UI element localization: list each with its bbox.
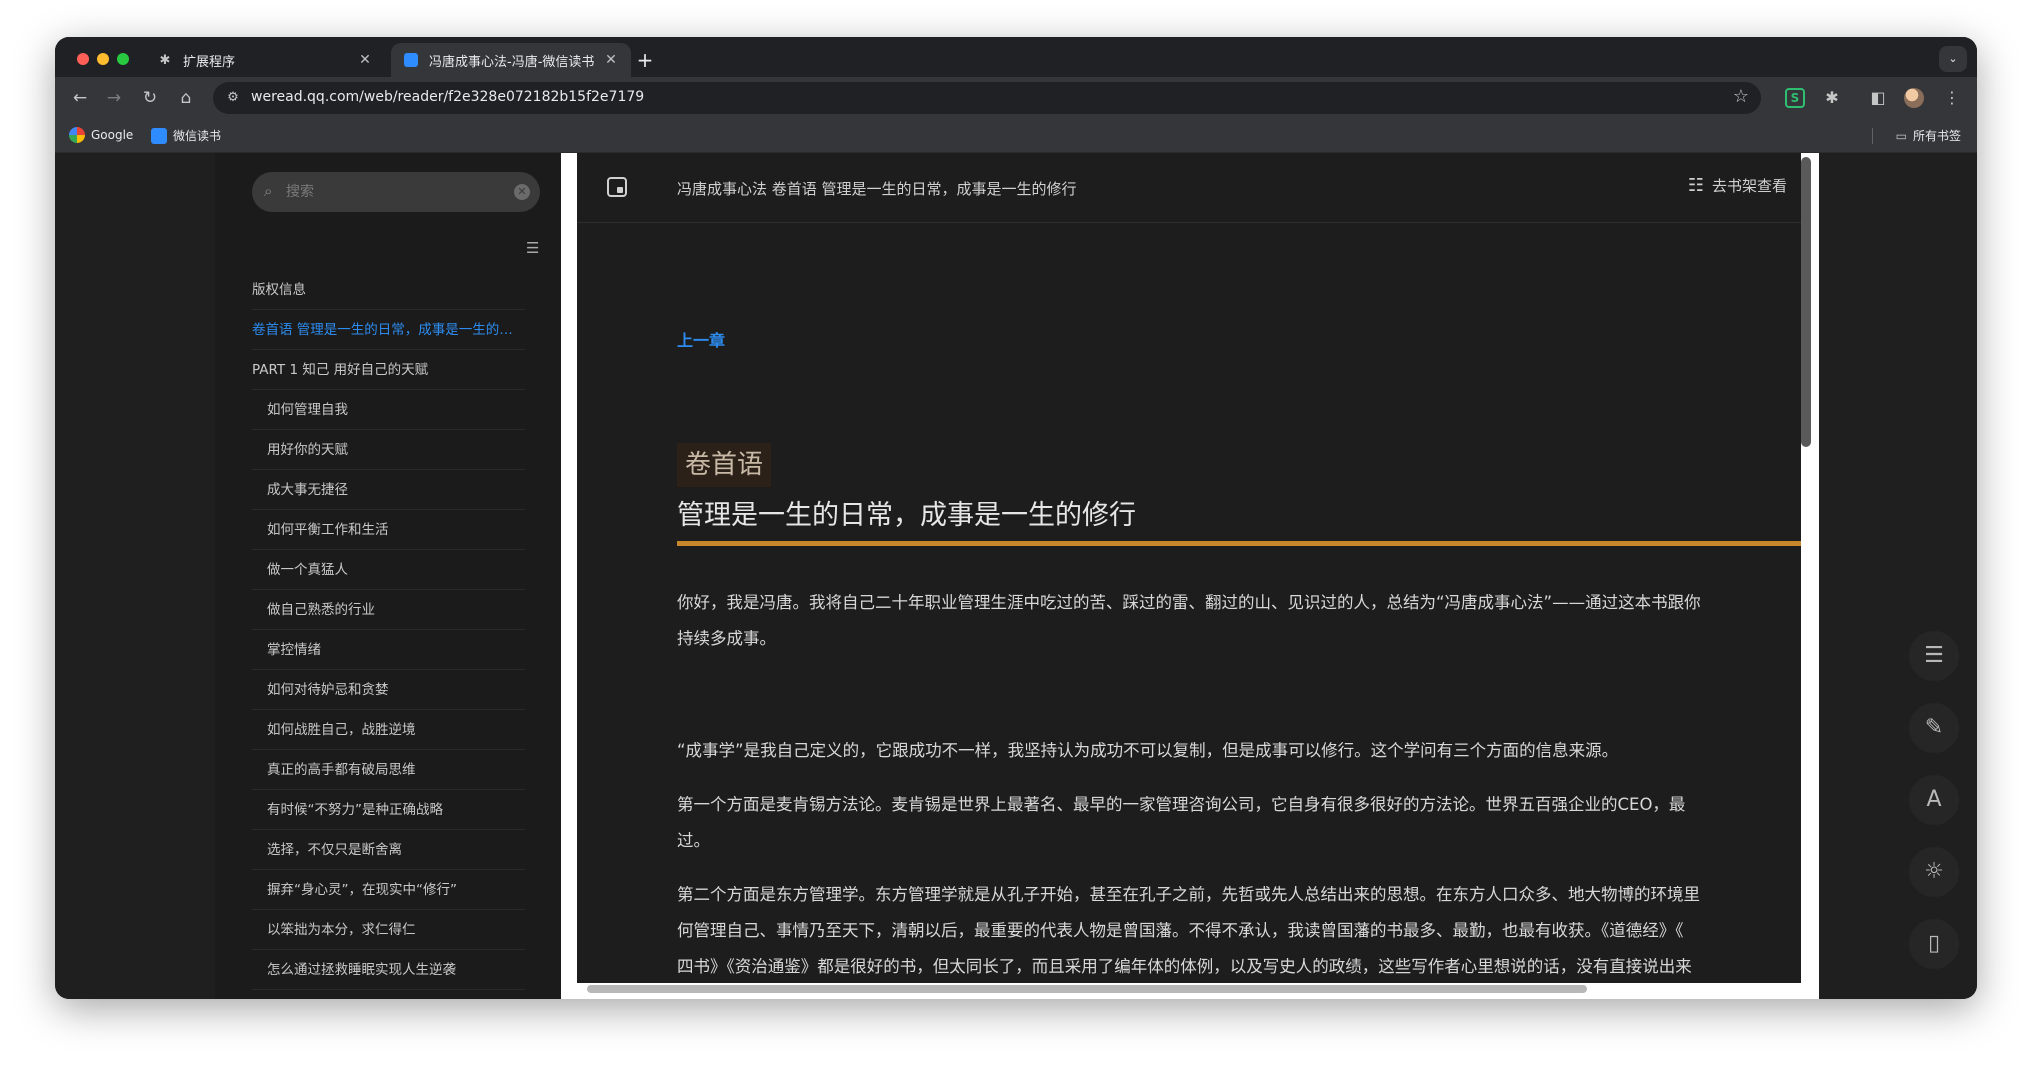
chapter-title: 管理是一生的日常，成事是一生的修行 (677, 500, 1136, 531)
reader-pane: 冯唐成事心法 卷首语 管理是一生的日常，成事是一生的修行 ☷ 去书架查看 上一章… (577, 153, 1801, 983)
forward-icon[interactable]: → (101, 85, 127, 111)
toc-item[interactable]: 卷首语 管理是一生的日常，成事是一生的修行 (252, 310, 525, 350)
reader-horizontal-scrollbar-thumb[interactable] (587, 985, 1587, 993)
search-input[interactable] (286, 180, 506, 204)
close-tab-icon[interactable]: ✕ (603, 52, 619, 68)
home-icon[interactable]: ⌂ (173, 85, 199, 111)
extensions-puzzle-icon[interactable]: ✱ (1819, 85, 1845, 111)
reload-icon[interactable]: ↻ (137, 85, 163, 111)
toc-item[interactable]: 如何管理自我 (252, 390, 525, 430)
new-tab-button[interactable]: + (631, 47, 659, 75)
google-icon (69, 127, 85, 143)
bookmarks-divider (1872, 128, 1873, 144)
close-window-button[interactable] (77, 53, 89, 65)
paragraph-line: 四书》《资治通鉴》都是很好的书，但太同长了，而且采用了编年体的体例，以及写史人的… (677, 957, 1692, 976)
toc-item[interactable]: 真正的高手都有破局思维 (252, 750, 525, 790)
paragraph-line: “成事学”是我自己定义的，它跟成功不一样，我坚持认为成功不可以复制，但是成事可以… (677, 741, 1619, 760)
clear-search-icon[interactable]: ✕ (514, 184, 530, 200)
weread-icon (151, 127, 167, 144)
toc-item[interactable]: 如何平衡工作和生活 (252, 510, 525, 550)
toc-sort-icon[interactable]: ☰ (526, 239, 539, 257)
tab-weread[interactable]: 冯唐成事心法-冯唐-微信读书 ✕ (391, 43, 631, 77)
back-icon[interactable]: ← (67, 85, 93, 111)
reader-mode-icon[interactable] (607, 177, 627, 197)
toc-sidebar: ⌕ ✕ ☰ 版权信息卷首语 管理是一生的日常，成事是一生的修行PART 1 知己… (215, 153, 615, 999)
paragraph: 第一个方面是麦肯锡方法论。麦肯锡是世界上最著名、最早的一家管理咨询公司，它自身有… (677, 787, 1801, 859)
note-pen-icon[interactable]: ✎ (1909, 703, 1959, 753)
extension-s-icon[interactable]: S (1785, 88, 1805, 108)
bookmark-google[interactable]: Google (69, 127, 133, 143)
toc-item[interactable]: 以笨拙为本分，求仁得仁 (252, 910, 525, 950)
toc-item[interactable]: 做自己熟悉的行业 (252, 590, 525, 630)
paragraph: 你好，我是冯唐。我将自己二十年职业管理生涯中吃过的苦、踩过的雷、翻过的山、见识过… (677, 585, 1801, 657)
paragraph-line: 你好，我是冯唐。我将自己二十年职业管理生涯中吃过的苦、踩过的雷、翻过的山、见识过… (677, 593, 1701, 612)
puzzle-icon: ✱ (159, 52, 171, 68)
toc-item[interactable]: 有时候“不努力”是种正确战略 (252, 790, 525, 830)
chapter-title-underline (677, 541, 1801, 546)
reader-header-title: 冯唐成事心法 卷首语 管理是一生的日常，成事是一生的修行 (677, 180, 1077, 198)
toc-menu-icon[interactable]: ☰ (1909, 631, 1959, 681)
tab-title: 冯唐成事心法-冯唐-微信读书 (429, 54, 595, 70)
folder-icon: ▭ (1895, 128, 1907, 143)
tab-title: 扩展程序 (183, 54, 236, 70)
all-bookmarks-folder[interactable]: ▭ 所有书签 (1896, 127, 1961, 144)
paragraph: 第二个方面是东方管理学。东方管理学就是从孔子开始，甚至在孔子之前，先哲或先人总结… (677, 877, 1801, 983)
toc-item[interactable]: 掌控情绪 (252, 630, 525, 670)
paragraph-line: 第一个方面是麦肯锡方法论。麦肯锡是世界上最著名、最早的一家管理咨询公司，它自身有… (677, 795, 1686, 814)
tab-extensions[interactable]: ✱ 扩展程序 ✕ (145, 43, 385, 77)
phone-icon[interactable]: ▯ (1909, 919, 1959, 969)
font-size-icon[interactable]: A (1909, 775, 1959, 825)
reader-vertical-scrollbar-thumb[interactable] (1801, 157, 1811, 447)
shelf-label: 去书架查看 (1711, 177, 1787, 195)
bookmark-star-icon[interactable]: ☆ (1733, 86, 1749, 107)
paragraph-line: 何管理自己、事情乃至天下，清朝以后，最重要的代表人物是曾国藩。不得不承认，我读曾… (677, 921, 1684, 940)
address-bar[interactable]: ⚙ weread.qq.com/web/reader/f2e328e072182… (213, 82, 1761, 114)
toc-item[interactable]: 选择，不仅只是断舍离 (252, 830, 525, 870)
page-content: ⌕ ✕ ☰ 版权信息卷首语 管理是一生的日常，成事是一生的修行PART 1 知己… (55, 153, 1977, 999)
profile-avatar[interactable] (1904, 88, 1924, 108)
previous-chapter-link[interactable]: 上一章 (677, 327, 725, 351)
close-tab-icon[interactable]: ✕ (357, 52, 373, 68)
toc-item[interactable]: 成大事无捷径 (252, 470, 525, 510)
url-text[interactable]: weread.qq.com/web/reader/f2e328e072182b1… (251, 89, 644, 105)
search-box[interactable]: ⌕ ✕ (252, 172, 540, 212)
site-settings-icon[interactable]: ⚙ (223, 88, 243, 108)
side-panel-icon[interactable]: ◧ (1865, 85, 1891, 111)
paragraph-line: 过。 (677, 831, 710, 850)
paragraph-line: 第二个方面是东方管理学。东方管理学就是从孔子开始，甚至在孔子之前，先哲或先人总结… (677, 885, 1700, 904)
tab-search-button[interactable]: ⌄ (1939, 46, 1967, 72)
weread-icon (403, 52, 419, 68)
bookmarks-bar: Google 微信读书 ▭ 所有书签 (55, 119, 1977, 153)
bookmark-weread[interactable]: 微信读书 (151, 127, 221, 144)
toc-item[interactable]: 用好你的天赋 (252, 430, 525, 470)
go-to-shelf-button[interactable]: ☷ 去书架查看 (1688, 175, 1787, 196)
chapter-badge: 卷首语 (677, 443, 772, 487)
bookshelf-icon: ☷ (1687, 175, 1704, 196)
chrome-menu-icon[interactable]: ⋮ (1939, 85, 1965, 111)
brightness-icon[interactable]: ☼ (1909, 847, 1959, 897)
paragraph-line: 持续多成事。 (677, 629, 776, 648)
toc-item[interactable]: 版权信息 (252, 270, 525, 310)
browser-toolbar: ← → ↻ ⌂ ⚙ weread.qq.com/web/reader/f2e32… (55, 77, 1977, 119)
toc-item[interactable]: 做一个真猛人 (252, 550, 525, 590)
toc-item[interactable]: 如何对待妒忌和贪婪 (252, 670, 525, 710)
search-icon: ⌕ (264, 182, 273, 200)
minimize-window-button[interactable] (97, 53, 109, 65)
toc-item[interactable]: 怎么通过拯救睡眠实现人生逆袭 (252, 950, 525, 990)
tab-strip: ✱ 扩展程序 ✕ 冯唐成事心法-冯唐-微信读书 ✕ + ⌄ (55, 37, 1977, 77)
paragraph: “成事学”是我自己定义的，它跟成功不一样，我坚持认为成功不可以复制，但是成事可以… (677, 733, 1801, 769)
toc-list: 版权信息 卷首语 管理是一生的日常，成事是一生的修行 PART 1 知己 用好自己的… (252, 270, 525, 990)
toc-item[interactable]: 如何战胜自己，战胜逆境 (252, 710, 525, 750)
reader-header: 冯唐成事心法 卷首语 管理是一生的日常，成事是一生的修行 ☷ 去书架查看 (577, 153, 1801, 223)
toc-item[interactable]: PART 1 知己 用好自己的天赋 (252, 350, 525, 390)
zoom-window-button[interactable] (117, 53, 129, 65)
browser-window: ✱ 扩展程序 ✕ 冯唐成事心法-冯唐-微信读书 ✕ + ⌄ ← → ↻ ⌂ ⚙ … (55, 37, 1977, 999)
toc-item[interactable]: 摒弃“身心灵”，在现实中“修行” (252, 870, 525, 910)
bookmark-label: Google (91, 128, 134, 142)
bookmark-label: 微信读书 (173, 129, 222, 143)
bookmark-folder-label: 所有书签 (1912, 129, 1961, 143)
